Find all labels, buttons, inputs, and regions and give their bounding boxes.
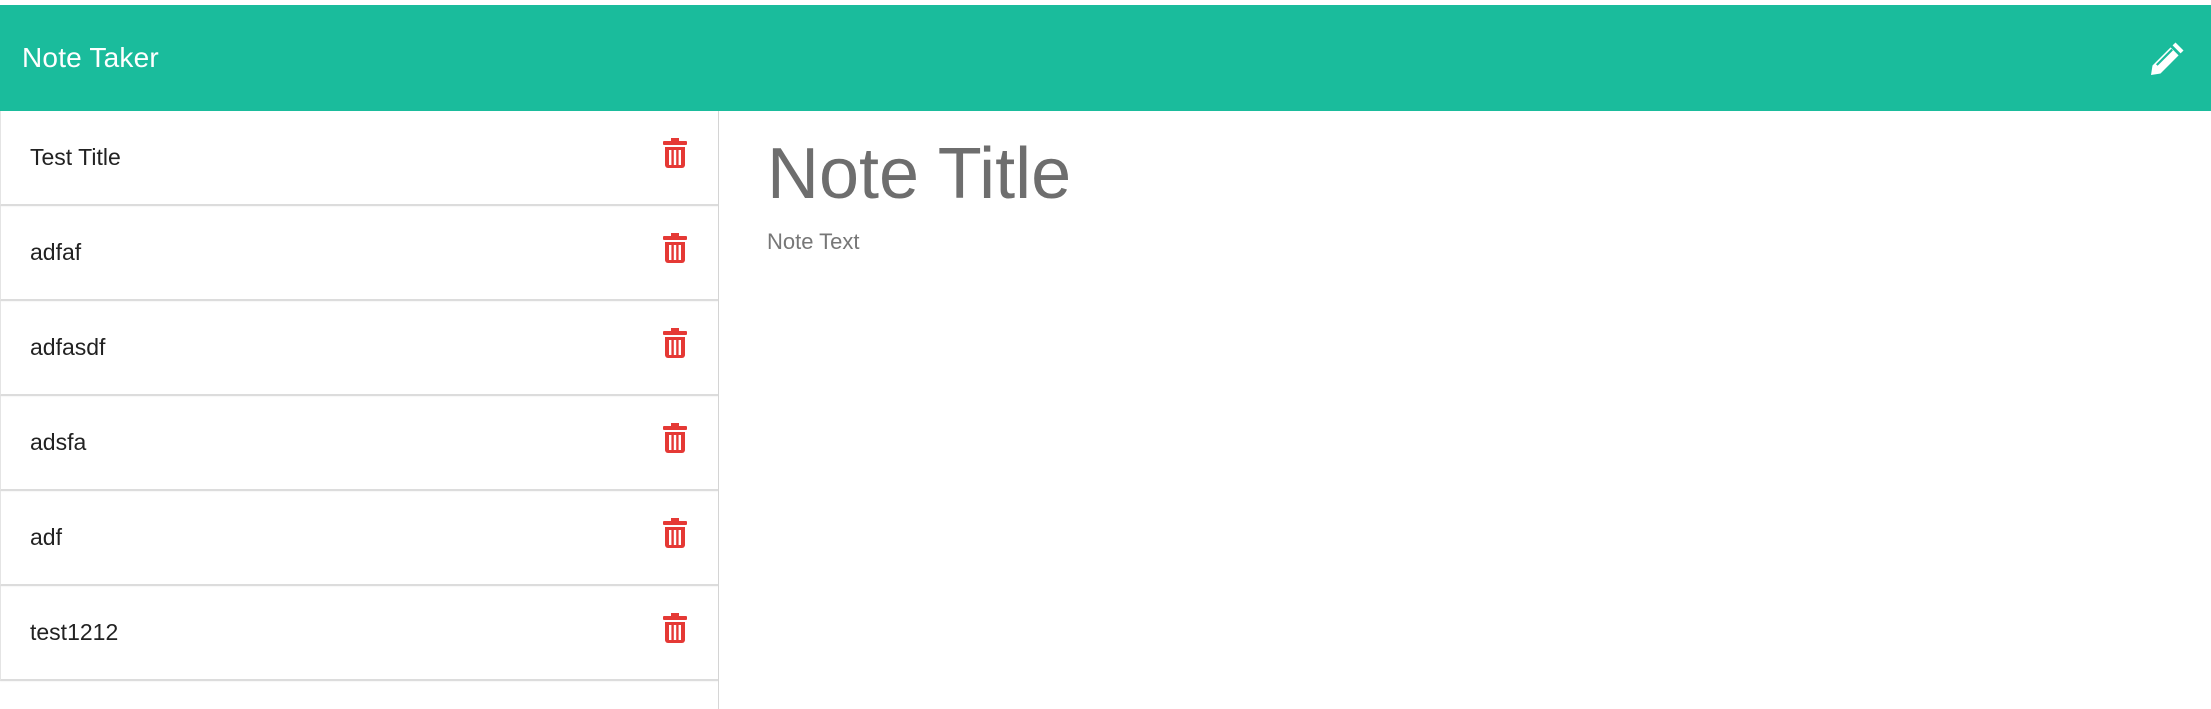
trash-icon [663,613,687,643]
delete-note-button[interactable] [663,518,687,548]
list-item[interactable]: adfaf [0,206,718,301]
notes-sidebar: Test Title adfaf adfasdf adsfa adf test1… [0,111,719,709]
delete-note-button[interactable] [663,328,687,358]
note-item-title[interactable]: Test Title [30,111,121,204]
note-item-title[interactable]: adsfa [30,396,86,489]
delete-note-button[interactable] [663,138,687,168]
list-item[interactable]: Test Title [0,111,718,206]
note-editor [719,111,2211,709]
list-item[interactable]: adf [0,491,718,586]
trash-icon [663,423,687,453]
app-brand[interactable]: Note Taker [22,5,159,111]
trash-icon [663,328,687,358]
delete-note-button[interactable] [663,613,687,643]
list-item[interactable]: test1212 [0,586,718,681]
note-item-title[interactable]: adf [30,491,62,584]
note-item-title[interactable]: adfasdf [30,301,105,394]
note-item-title[interactable]: adfaf [30,206,81,299]
trash-icon [663,518,687,548]
list-item[interactable]: adsfa [0,396,718,491]
delete-note-button[interactable] [663,423,687,453]
new-note-button[interactable] [2147,39,2187,79]
note-title-input[interactable] [767,129,2067,219]
list-item[interactable]: adfasdf [0,301,718,396]
notes-list: Test Title adfaf adfasdf adsfa adf test1… [0,111,718,681]
trash-icon [663,233,687,263]
note-item-title[interactable]: test1212 [30,586,118,679]
navbar: Note Taker [0,5,2211,111]
trash-icon [663,138,687,168]
delete-note-button[interactable] [663,233,687,263]
pencil-icon [2151,42,2184,75]
note-text-input[interactable] [767,229,2147,629]
